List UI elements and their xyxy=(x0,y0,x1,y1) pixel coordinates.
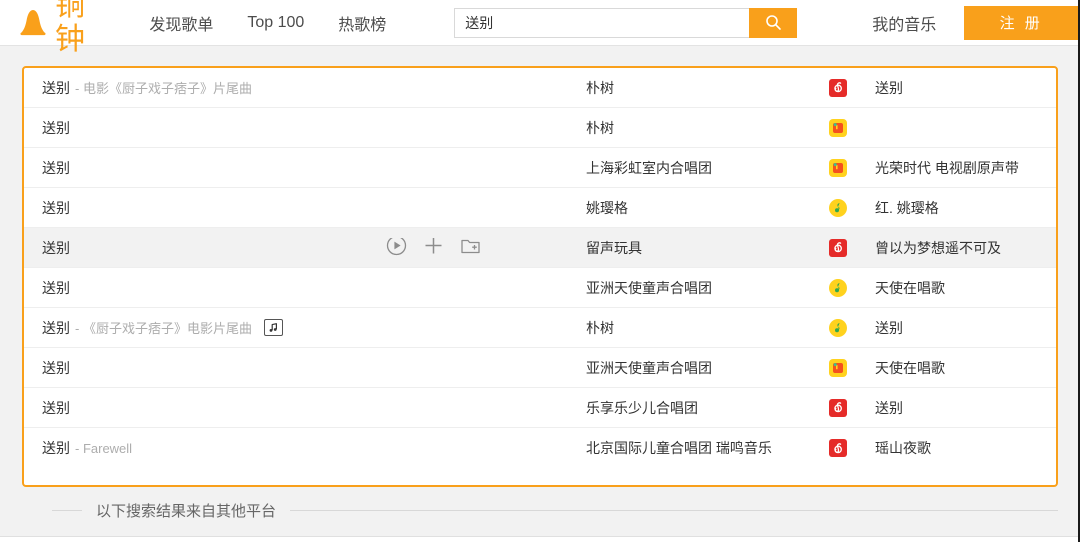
search-results-panel: 送别- 电影《厨子戏子痞子》片尾曲朴树送别送别朴树送别上海彩虹室内合唱团光荣时代… xyxy=(22,66,1058,487)
song-subtitle: - 《厨子戏子痞子》电影片尾曲 xyxy=(75,318,252,337)
row-action-group xyxy=(386,238,481,258)
song-name[interactable]: 送别 xyxy=(42,198,70,218)
platform-cell xyxy=(829,319,875,337)
logo[interactable]: 铜钟 xyxy=(16,0,104,57)
artist-cell[interactable]: 北京国际儿童合唱团 瑞鸣音乐 xyxy=(586,438,829,458)
artist-cell[interactable]: 朴树 xyxy=(586,118,829,138)
folder-add-icon[interactable] xyxy=(460,238,481,258)
song-name[interactable]: 送别 xyxy=(42,398,70,418)
artist-cell[interactable]: 乐享乐少儿合唱团 xyxy=(586,398,829,418)
platform-cell xyxy=(829,239,875,257)
song-title-cell: 送别 xyxy=(42,118,586,138)
nav-item-discover[interactable]: 发现歌单 xyxy=(149,11,213,35)
netease-music-icon xyxy=(829,439,847,457)
play-circle-icon[interactable] xyxy=(386,238,407,258)
song-title-cell: 送别 - 《厨子戏子痞子》电影片尾曲 xyxy=(42,318,586,338)
kugou-music-icon xyxy=(829,359,847,377)
album-cell[interactable]: 曾以为梦想遥不可及 xyxy=(875,238,1056,258)
logo-text: 铜钟 xyxy=(55,0,104,57)
song-name[interactable]: 送别 xyxy=(42,278,70,298)
bell-icon xyxy=(16,6,50,40)
mv-badge-icon[interactable] xyxy=(264,319,283,336)
album-cell[interactable]: 送别 xyxy=(875,398,1056,418)
artist-cell[interactable]: 姚璎格 xyxy=(586,198,829,218)
artist-cell[interactable]: 亚洲天使童声合唱团 xyxy=(586,358,829,378)
plus-icon[interactable] xyxy=(423,238,444,258)
album-cell[interactable]: 瑶山夜歌 xyxy=(875,438,1056,458)
artist-cell[interactable]: 朴树 xyxy=(586,78,829,98)
page-root: 铜钟 发现歌单 Top 100 热歌榜 我的音乐 注 册 送别 - 电影《厨子戏子… xyxy=(0,0,1080,542)
table-row[interactable]: 送别 上海彩虹室内合唱团 光荣时代 电视剧原声带 xyxy=(24,148,1056,188)
search-input[interactable] xyxy=(454,8,749,38)
kugou-music-icon xyxy=(829,119,847,137)
album-cell[interactable]: 送别 xyxy=(875,78,1056,98)
song-name[interactable]: 送别 xyxy=(42,318,70,338)
divider-line-left xyxy=(52,510,82,511)
nav-item-top100[interactable]: Top 100 xyxy=(247,14,304,32)
table-row[interactable]: 送别 - Farewell 北京国际儿童合唱团 瑞鸣音乐 瑶山夜歌 xyxy=(24,428,1056,468)
register-button[interactable]: 注 册 xyxy=(964,6,1078,40)
album-cell[interactable]: 红. 姚璎格 xyxy=(875,198,1056,218)
song-title-cell: 送别 xyxy=(42,238,586,258)
song-name[interactable]: 送别 xyxy=(42,78,70,98)
song-title-cell: 送别 xyxy=(42,358,586,378)
song-name[interactable]: 送别 xyxy=(42,158,70,178)
album-cell[interactable]: 送别 xyxy=(875,318,1056,338)
table-row[interactable]: 送别 姚璎格 红. 姚璎格 xyxy=(24,188,1056,228)
artist-cell[interactable]: 亚洲天使童声合唱团 xyxy=(586,278,829,298)
song-title-cell: 送别 xyxy=(42,158,586,178)
divider-line-right xyxy=(290,510,1058,511)
nav-item-hot-chart[interactable]: 热歌榜 xyxy=(338,11,386,35)
album-cell[interactable]: 天使在唱歌 xyxy=(875,278,1056,298)
search-bar xyxy=(454,8,797,38)
bottom-strip xyxy=(0,536,1078,542)
platform-cell xyxy=(829,399,875,417)
search-icon xyxy=(765,14,782,31)
song-title-cell: 送别 xyxy=(42,398,586,418)
other-platform-text: 以下搜索结果来自其他平台 xyxy=(96,500,276,521)
main-nav: 发现歌单 Top 100 热歌榜 xyxy=(149,11,386,35)
platform-cell xyxy=(829,439,875,457)
platform-cell xyxy=(829,199,875,217)
song-name[interactable]: 送别 xyxy=(42,438,70,458)
table-row[interactable]: 送别 亚洲天使童声合唱团 天使在唱歌 xyxy=(24,268,1056,308)
song-title-cell: 送别 - Farewell xyxy=(42,438,586,458)
platform-cell xyxy=(829,279,875,297)
album-cell[interactable]: 光荣时代 电视剧原声带 xyxy=(875,158,1056,178)
site-header: 铜钟 发现歌单 Top 100 热歌榜 我的音乐 注 册 xyxy=(0,0,1078,46)
table-row[interactable]: 送别 朴树 xyxy=(24,108,1056,148)
platform-cell xyxy=(829,79,875,97)
qq-music-icon xyxy=(829,319,847,337)
table-row[interactable]: 送别 - 《厨子戏子痞子》电影片尾曲 朴树 送别 xyxy=(24,308,1056,348)
platform-cell xyxy=(829,359,875,377)
song-name[interactable]: 送别 xyxy=(42,118,70,138)
song-subtitle: - 电影《厨子戏子痞子》片尾曲 xyxy=(75,78,252,97)
artist-cell[interactable]: 朴树 xyxy=(586,318,829,338)
other-platform-divider: 以下搜索结果来自其他平台 xyxy=(22,500,1058,521)
netease-music-icon xyxy=(829,239,847,257)
table-row[interactable]: 送别 亚洲天使童声合唱团 天使在唱歌 xyxy=(24,348,1056,388)
table-row[interactable]: 送别 - 电影《厨子戏子痞子》片尾曲 朴树 送别 xyxy=(24,68,1056,108)
qq-music-icon xyxy=(829,279,847,297)
artist-cell[interactable]: 留声玩具 xyxy=(586,238,829,258)
song-title-cell: 送别 - 电影《厨子戏子痞子》片尾曲 xyxy=(42,78,586,98)
song-name[interactable]: 送别 xyxy=(42,358,70,378)
song-title-cell: 送别 xyxy=(42,198,586,218)
song-subtitle: - Farewell xyxy=(75,441,132,456)
table-row[interactable]: 送别 留声玩具 曾以为梦想遥不可及 xyxy=(24,228,1056,268)
platform-cell xyxy=(829,159,875,177)
netease-music-icon xyxy=(829,399,847,417)
platform-cell xyxy=(829,119,875,137)
netease-music-icon xyxy=(829,79,847,97)
song-name[interactable]: 送别 xyxy=(42,238,70,258)
table-row[interactable]: 送别 乐享乐少儿合唱团 送别 xyxy=(24,388,1056,428)
search-button[interactable] xyxy=(749,8,797,38)
album-cell[interactable]: 天使在唱歌 xyxy=(875,358,1056,378)
song-title-cell: 送别 xyxy=(42,278,586,298)
artist-cell[interactable]: 上海彩虹室内合唱团 xyxy=(586,158,829,178)
qq-music-icon xyxy=(829,199,847,217)
my-music-link[interactable]: 我的音乐 xyxy=(872,11,936,35)
kugou-music-icon xyxy=(829,159,847,177)
